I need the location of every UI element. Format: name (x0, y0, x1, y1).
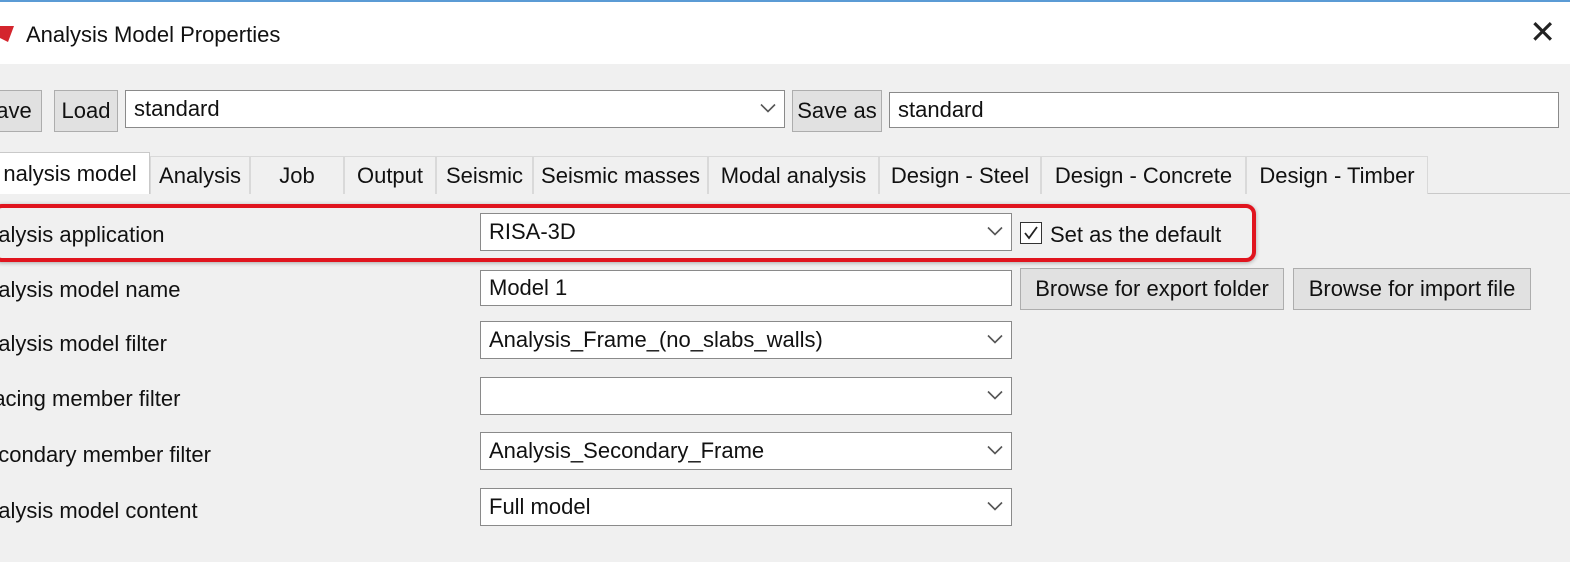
tab-analysis[interactable]: Analysis (150, 156, 250, 194)
analysis-model-name-input[interactable]: Model 1 (480, 270, 1012, 306)
analysis-model-content-value: Full model (489, 494, 591, 519)
chevron-down-icon (987, 445, 1003, 455)
load-button[interactable]: Load (54, 90, 118, 132)
window-title: Analysis Model Properties (26, 22, 281, 47)
chevron-down-icon (760, 103, 776, 113)
bracing-member-filter-combo[interactable] (480, 377, 1012, 415)
bracing-member-filter-label: racing member filter (0, 386, 181, 411)
analysis-model-filter-combo[interactable]: Analysis_Frame_(no_slabs_walls) (480, 321, 1012, 359)
tab-modal-analysis[interactable]: Modal analysis (708, 156, 879, 194)
tab-analysis-model[interactable]: nalysis model (0, 152, 150, 194)
chevron-down-icon (987, 334, 1003, 344)
browse-import-file-button[interactable]: Browse for import file (1293, 268, 1531, 310)
tab-output[interactable]: Output (344, 156, 436, 194)
save-button[interactable]: ave (0, 90, 42, 132)
analysis-model-name-label: nalysis model name (0, 277, 181, 302)
tab-seismic[interactable]: Seismic (436, 156, 533, 194)
close-icon[interactable]: ✕ (1529, 16, 1556, 48)
tab-seismic-masses[interactable]: Seismic masses (533, 156, 708, 194)
tab-design-timber[interactable]: Design - Timber (1246, 156, 1428, 194)
save-as-input[interactable]: standard (889, 92, 1559, 128)
analysis-model-filter-label: nalysis model filter (0, 331, 167, 356)
tab-job[interactable]: Job (250, 156, 344, 194)
set-default-label[interactable]: Set as the default (1050, 222, 1221, 248)
title-bar: Analysis Model Properties ✕ (0, 0, 1570, 64)
app-icon (0, 26, 14, 42)
secondary-member-filter-combo[interactable]: Analysis_Secondary_Frame (480, 432, 1012, 470)
analysis-model-content-label: nalysis model content (0, 498, 198, 523)
analysis-application-combo[interactable]: RISA-3D (480, 213, 1012, 251)
checkmark-icon (1024, 226, 1038, 240)
set-default-checkbox[interactable] (1020, 222, 1042, 244)
tab-design-steel[interactable]: Design - Steel (879, 156, 1041, 194)
analysis-application-label: nalysis application (0, 222, 165, 247)
browse-export-folder-button[interactable]: Browse for export folder (1020, 268, 1284, 310)
analysis-model-filter-value: Analysis_Frame_(no_slabs_walls) (489, 327, 823, 352)
tab-design-concrete[interactable]: Design - Concrete (1041, 156, 1246, 194)
chevron-down-icon (987, 226, 1003, 236)
settings-combo[interactable]: standard (125, 90, 785, 128)
settings-combo-value: standard (134, 96, 220, 121)
chevron-down-icon (987, 390, 1003, 400)
analysis-model-content-combo[interactable]: Full model (480, 488, 1012, 526)
analysis-application-value: RISA-3D (489, 219, 576, 244)
secondary-member-filter-value: Analysis_Secondary_Frame (489, 438, 765, 463)
chevron-down-icon (987, 501, 1003, 511)
secondary-member-filter-label: econdary member filter (0, 442, 211, 467)
save-as-button[interactable]: Save as (792, 90, 882, 132)
